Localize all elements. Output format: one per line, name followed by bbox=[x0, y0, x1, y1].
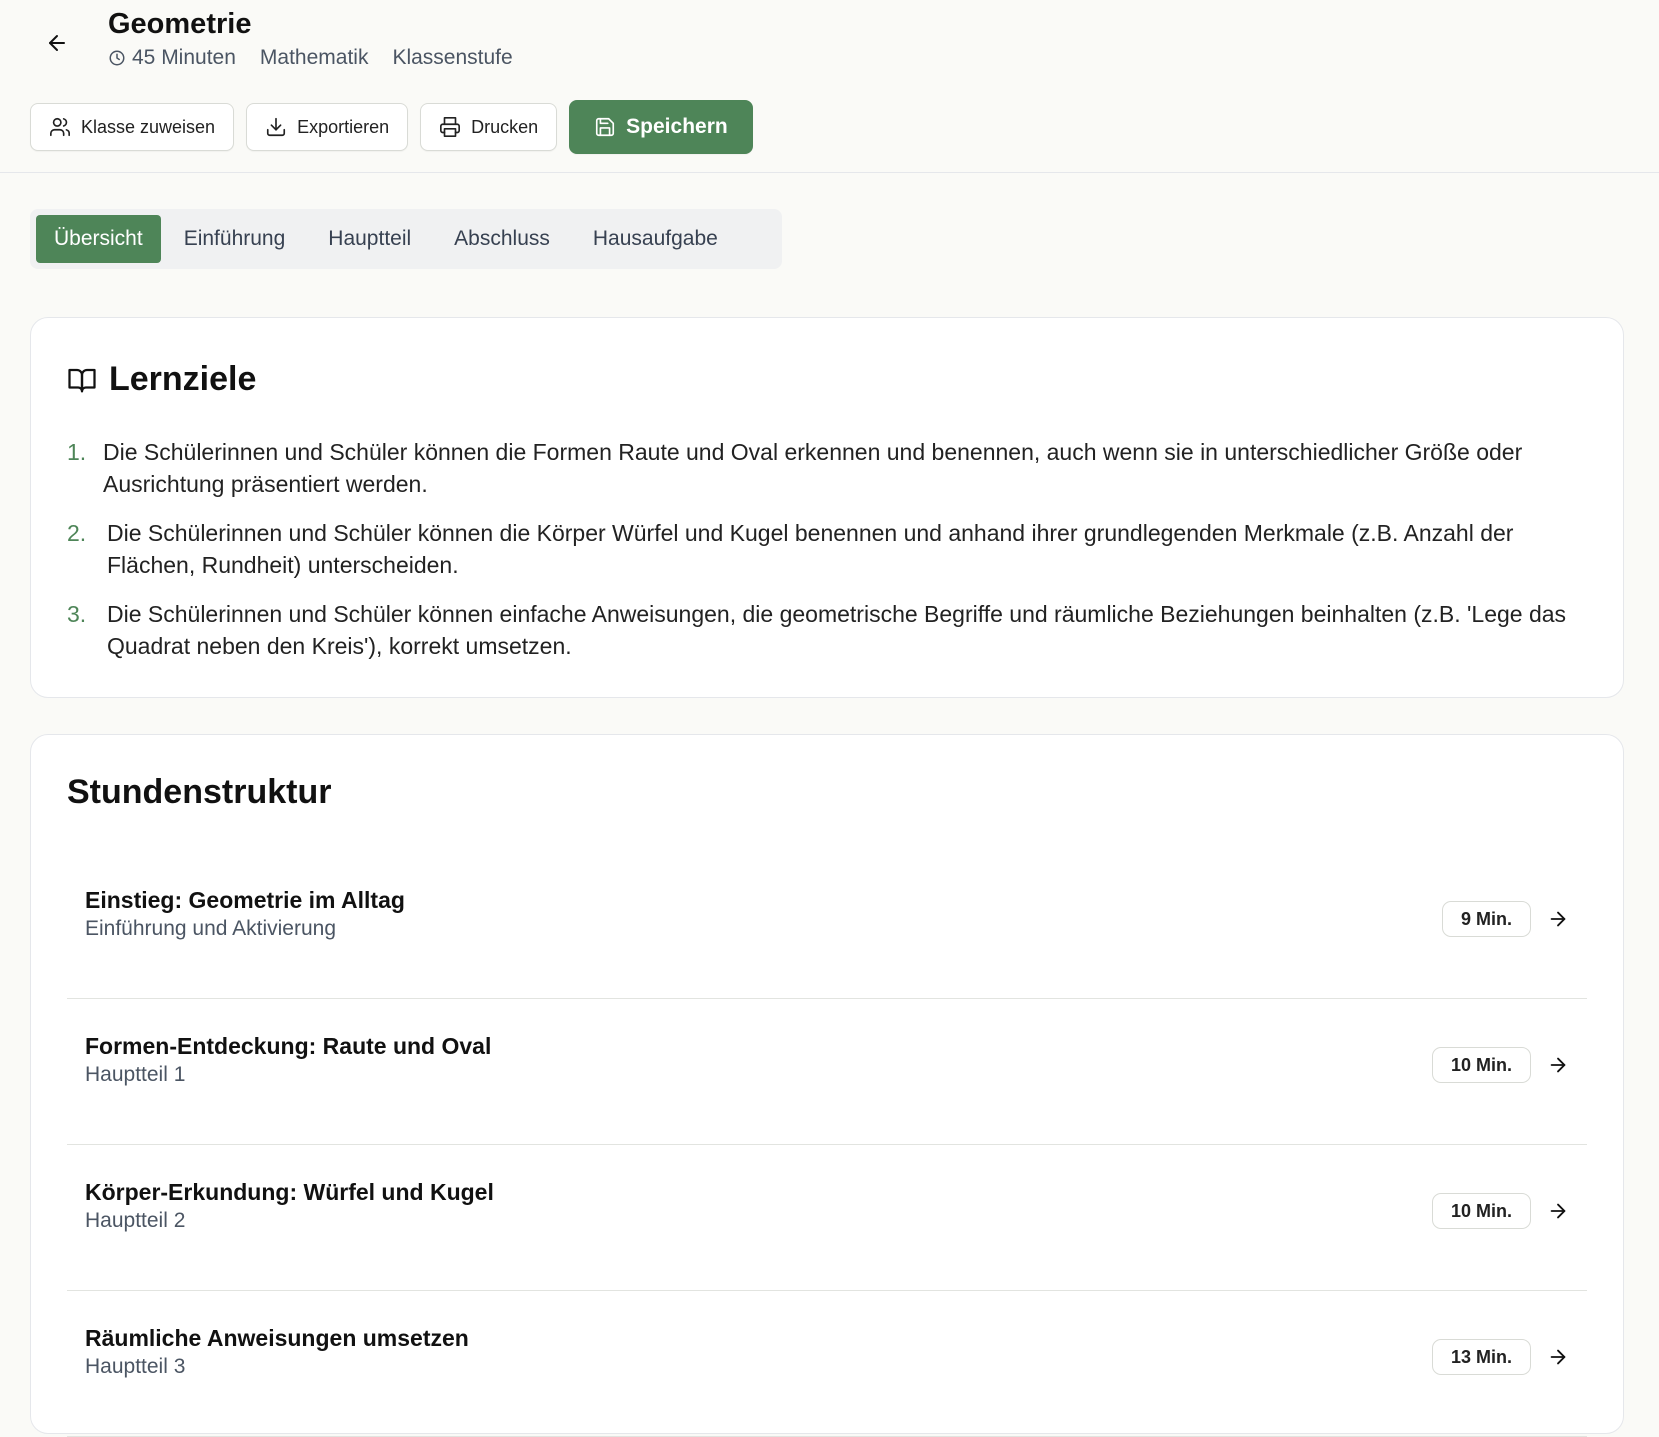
learning-goals-heading: Lernziele bbox=[67, 360, 256, 399]
learning-goals-list: 1. Die Schülerinnen und Schüler können d… bbox=[67, 436, 1577, 679]
print-label: Drucken bbox=[471, 116, 539, 137]
duration-badge: 10 Min. bbox=[1431, 1193, 1531, 1229]
structure-row-meta: 9 Min. bbox=[1441, 901, 1569, 937]
structure-row-title: Formen-Entdeckung: Raute und Oval bbox=[85, 1033, 492, 1059]
export-button[interactable]: Exportieren bbox=[246, 103, 409, 151]
learning-goal-item: 2. Die Schülerinnen und Schüler können d… bbox=[67, 517, 1577, 581]
structure-row-subtitle: Hauptteil 1 bbox=[85, 1063, 186, 1086]
duration-text: 45 Minuten bbox=[132, 46, 236, 69]
tab-overview[interactable]: Übersicht bbox=[36, 215, 161, 263]
download-icon bbox=[265, 116, 287, 138]
arrow-right-icon[interactable] bbox=[1547, 1054, 1569, 1076]
duration-badge: 9 Min. bbox=[1441, 901, 1531, 937]
lesson-meta: 45 Minuten Mathematik Klassenstufe bbox=[108, 46, 513, 70]
lesson-structure-title: Stundenstruktur bbox=[67, 773, 332, 811]
goal-number: 2. bbox=[67, 520, 87, 546]
goal-text: Die Schülerinnen und Schüler können die … bbox=[107, 520, 1514, 578]
structure-row-title: Körper-Erkundung: Würfel und Kugel bbox=[85, 1179, 494, 1205]
tab-main-part[interactable]: Hauptteil bbox=[308, 215, 431, 263]
structure-row[interactable]: Einstieg: Geometrie im Alltag Einführung… bbox=[67, 853, 1587, 999]
structure-row-subtitle: Hauptteil 2 bbox=[85, 1209, 186, 1232]
tab-introduction[interactable]: Einführung bbox=[164, 215, 306, 263]
lesson-duration: 45 Minuten bbox=[108, 46, 236, 70]
structure-row[interactable]: Formen-Entdeckung: Raute und Oval Hauptt… bbox=[67, 999, 1587, 1145]
back-button[interactable] bbox=[40, 26, 74, 60]
tab-conclusion[interactable]: Abschluss bbox=[434, 215, 570, 263]
lesson-structure-card: Stundenstruktur Einstieg: Geometrie im A… bbox=[30, 734, 1624, 1437]
learning-goal-item: 3. Die Schülerinnen und Schüler können e… bbox=[67, 598, 1577, 662]
arrow-left-icon bbox=[45, 31, 69, 55]
structure-row-title: Räumliche Anweisungen umsetzen bbox=[85, 1325, 469, 1351]
learning-goals-card: Lernziele 1. Die Schülerinnen und Schüle… bbox=[30, 317, 1624, 698]
structure-row-meta: 10 Min. bbox=[1431, 1193, 1569, 1229]
grade-text: Klassenstufe bbox=[392, 46, 513, 69]
goal-text: Die Schülerinnen und Schüler können die … bbox=[103, 439, 1523, 497]
learning-goals-title: Lernziele bbox=[109, 360, 257, 398]
export-label: Exportieren bbox=[297, 116, 390, 137]
assign-class-label: Klasse zuweisen bbox=[81, 116, 216, 137]
tab-homework[interactable]: Hausaufgabe bbox=[573, 215, 738, 263]
save-label: Speichern bbox=[626, 115, 728, 138]
lesson-structure-list: Einstieg: Geometrie im Alltag Einführung… bbox=[67, 853, 1587, 1437]
arrow-right-icon[interactable] bbox=[1547, 908, 1569, 930]
structure-row-meta: 13 Min. bbox=[1431, 1339, 1569, 1375]
structure-row[interactable]: Räumliche Anweisungen umsetzen Hauptteil… bbox=[67, 1291, 1587, 1437]
goal-text: Die Schülerinnen und Schüler können einf… bbox=[107, 601, 1567, 659]
users-icon bbox=[49, 116, 71, 138]
goal-number: 1. bbox=[67, 439, 87, 465]
save-icon bbox=[594, 116, 616, 138]
book-open-icon bbox=[67, 365, 97, 395]
tab-bar: Übersicht Einführung Hauptteil Abschluss… bbox=[30, 209, 782, 269]
arrow-right-icon[interactable] bbox=[1547, 1346, 1569, 1368]
clock-icon bbox=[108, 49, 126, 67]
structure-row-meta: 10 Min. bbox=[1431, 1047, 1569, 1083]
duration-badge: 10 Min. bbox=[1431, 1047, 1531, 1083]
duration-badge: 13 Min. bbox=[1431, 1339, 1531, 1375]
page-header: Geometrie 45 Minuten Mathematik Klassens… bbox=[0, 0, 1659, 173]
structure-row-title: Einstieg: Geometrie im Alltag bbox=[85, 887, 405, 913]
assign-class-button[interactable]: Klasse zuweisen bbox=[30, 103, 235, 151]
structure-row-subtitle: Hauptteil 3 bbox=[85, 1355, 186, 1378]
structure-row-subtitle: Einführung und Aktivierung bbox=[85, 917, 337, 940]
structure-row[interactable]: Körper-Erkundung: Würfel und Kugel Haupt… bbox=[67, 1145, 1587, 1291]
printer-icon bbox=[439, 116, 461, 138]
learning-goal-item: 1. Die Schülerinnen und Schüler können d… bbox=[67, 436, 1577, 500]
print-button[interactable]: Drucken bbox=[420, 103, 558, 151]
action-toolbar: Klasse zuweisen Exportieren Drucken Spei… bbox=[30, 100, 753, 154]
arrow-right-icon[interactable] bbox=[1547, 1200, 1569, 1222]
save-button[interactable]: Speichern bbox=[569, 100, 753, 154]
subject-text: Mathematik bbox=[259, 46, 369, 69]
page-title: Geometrie bbox=[108, 8, 252, 40]
goal-number: 3. bbox=[67, 601, 87, 627]
